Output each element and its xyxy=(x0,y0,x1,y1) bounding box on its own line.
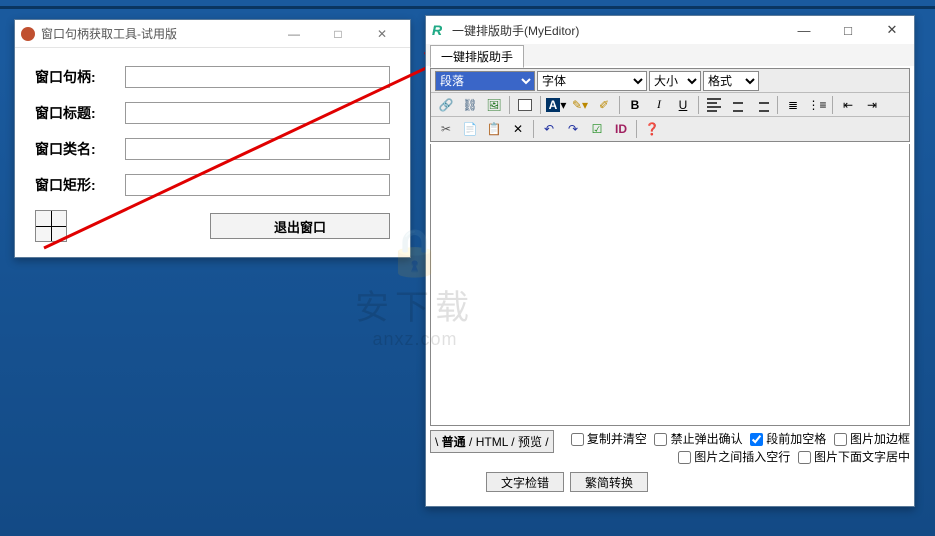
id-icon[interactable]: ID xyxy=(610,119,632,139)
label-handle: 窗口句柄: xyxy=(35,67,125,87)
window-title: 一键排版助手(MyEditor) xyxy=(452,22,782,39)
paste-icon[interactable]: 📋 xyxy=(483,119,505,139)
chk-img-center[interactable]: 图片下面文字居中 xyxy=(798,450,910,464)
minimize-button[interactable]: — xyxy=(272,23,316,45)
cut-icon[interactable]: ✂ xyxy=(435,119,457,139)
app-icon xyxy=(432,22,448,38)
btn-text-check[interactable]: 文字检错 xyxy=(486,472,564,492)
maximize-button[interactable]: □ xyxy=(316,23,360,45)
handle-tool-window: 窗口句柄获取工具-试用版 — □ ✕ 窗口句柄: 窗口标题: 窗口类名: 窗口矩… xyxy=(14,19,411,258)
align-right-icon[interactable] xyxy=(751,95,773,115)
align-center-icon[interactable] xyxy=(727,95,749,115)
titlebar[interactable]: 窗口句柄获取工具-试用版 — □ ✕ xyxy=(15,20,410,48)
select-paragraph[interactable]: 段落 xyxy=(435,71,535,91)
minimize-button[interactable]: — xyxy=(782,17,826,43)
check-icon[interactable]: ☑ xyxy=(586,119,608,139)
help-icon[interactable]: ❓ xyxy=(641,119,663,139)
myeditor-window: 一键排版助手(MyEditor) — □ ✕ 一键排版助手 段落 字体 大小 格… xyxy=(425,15,915,507)
field-class[interactable] xyxy=(125,138,390,160)
chk-img-border[interactable]: 图片加边框 xyxy=(834,432,910,446)
chk-img-blank[interactable]: 图片之间插入空行 xyxy=(678,450,790,464)
outdent-icon[interactable]: ⇤ xyxy=(837,95,859,115)
viewtab-normal[interactable]: 普通 xyxy=(442,435,466,449)
select-size[interactable]: 大小 xyxy=(649,71,701,91)
viewtab-preview[interactable]: 预览 xyxy=(518,435,542,449)
underline-icon[interactable]: U xyxy=(672,95,694,115)
viewtab-html[interactable]: HTML xyxy=(476,435,508,449)
link-icon[interactable]: 🔗 xyxy=(435,95,457,115)
field-rect[interactable] xyxy=(125,174,390,196)
label-caption: 窗口标题: xyxy=(35,103,125,123)
field-handle[interactable] xyxy=(125,66,390,88)
options-checks: 复制并清空 禁止弹出确认 段前加空格 图片加边框 图片之间插入空行 图片下面文字… xyxy=(560,430,910,466)
bold-icon[interactable]: B xyxy=(624,95,646,115)
select-format[interactable]: 格式 xyxy=(703,71,759,91)
field-caption[interactable] xyxy=(125,102,390,124)
list-unordered-icon[interactable]: ⋮≡ xyxy=(806,95,828,115)
exit-button[interactable]: 退出窗口 xyxy=(210,213,390,239)
image-icon[interactable]: 🖼 xyxy=(483,95,505,115)
clear-format-icon[interactable]: ✐ xyxy=(593,95,615,115)
undo-icon[interactable]: ↶ xyxy=(538,119,560,139)
close-button[interactable]: ✕ xyxy=(360,23,404,45)
chk-para-space[interactable]: 段前加空格 xyxy=(750,432,826,446)
table-icon[interactable] xyxy=(514,95,536,115)
toolbars: 段落 字体 大小 格式 🔗 ⛓ 🖼 A▾ ✎▾ ✐ B I U ≣ ⋮≡ xyxy=(430,68,910,142)
italic-icon[interactable]: I xyxy=(648,95,670,115)
redo-icon[interactable]: ↷ xyxy=(562,119,584,139)
indent-icon[interactable]: ⇥ xyxy=(861,95,883,115)
label-rect: 窗口矩形: xyxy=(35,175,125,195)
font-color-icon[interactable]: A▾ xyxy=(545,95,567,115)
list-ordered-icon[interactable]: ≣ xyxy=(782,95,804,115)
window-title: 窗口句柄获取工具-试用版 xyxy=(41,25,272,42)
chk-copy-clear[interactable]: 复制并清空 xyxy=(571,432,647,446)
tab-main[interactable]: 一键排版助手 xyxy=(430,45,524,68)
titlebar[interactable]: 一键排版助手(MyEditor) — □ ✕ xyxy=(426,16,914,44)
crosshair-picker[interactable] xyxy=(35,210,67,242)
close-button[interactable]: ✕ xyxy=(870,17,914,43)
editor-area[interactable] xyxy=(430,144,910,426)
maximize-button[interactable]: □ xyxy=(826,17,870,43)
chk-no-confirm[interactable]: 禁止弹出确认 xyxy=(654,432,742,446)
document-tabs: 一键排版助手 xyxy=(426,44,914,66)
unlink-icon[interactable]: ⛓ xyxy=(459,95,481,115)
align-left-icon[interactable] xyxy=(703,95,725,115)
copy-icon[interactable]: 📄 xyxy=(459,119,481,139)
delete-icon[interactable]: ✕ xyxy=(507,119,529,139)
highlight-icon[interactable]: ✎▾ xyxy=(569,95,591,115)
label-class: 窗口类名: xyxy=(35,139,125,159)
view-tabs[interactable]: \ 普通 / HTML / 预览 / xyxy=(430,430,554,453)
app-icon xyxy=(21,27,35,41)
btn-trad-simp[interactable]: 繁简转换 xyxy=(570,472,648,492)
select-font[interactable]: 字体 xyxy=(537,71,647,91)
